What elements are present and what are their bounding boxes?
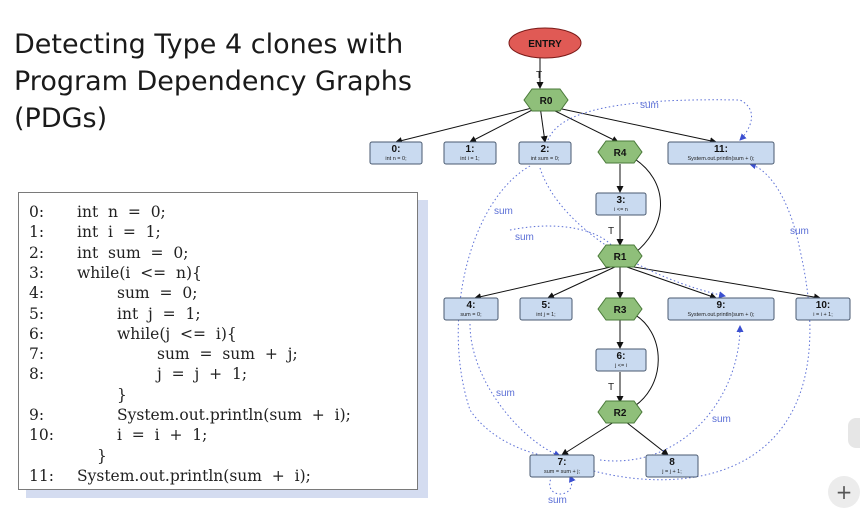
stmt-node-10: 10: i = i + 1; xyxy=(795,297,851,321)
stmt-node-11: 11: System.out.println(sum + i); xyxy=(667,141,775,165)
true-label: T xyxy=(608,226,614,237)
region-label: R0 xyxy=(540,96,553,107)
stmt-node-0: 0: int n = 0; xyxy=(369,141,423,165)
stmt-id: 9: xyxy=(717,300,726,311)
region-label: R1 xyxy=(614,252,627,263)
edge-r2-s8 xyxy=(625,421,669,456)
stmt-code: int j = 1; xyxy=(536,312,556,318)
true-label: T xyxy=(536,70,542,81)
stmt-node-5: 5: int j = 1; xyxy=(519,297,573,321)
stmt-code: int n = 0; xyxy=(385,156,407,162)
stmt-node-7: 7: sum = sum + j; xyxy=(529,454,595,478)
region-node-r1: R1 xyxy=(597,244,643,268)
edge-label-sum: sum xyxy=(496,388,515,399)
stmt-code: i <= n xyxy=(614,207,628,213)
data-edge-s4-s7 xyxy=(469,323,561,458)
stmt-node-6: 6: j <= i xyxy=(595,348,647,372)
true-label: T xyxy=(608,382,614,393)
entry-node: ENTRY xyxy=(508,27,582,59)
stmt-code: sum = 0; xyxy=(460,312,482,318)
region-node-r4: R4 xyxy=(597,140,643,164)
stmt-code: j = j + 1; xyxy=(661,469,682,475)
side-panel-tab[interactable] xyxy=(848,418,860,448)
region-node-r0: R0 xyxy=(523,88,569,112)
entry-label: ENTRY xyxy=(528,39,562,50)
region-label: R3 xyxy=(614,305,627,316)
edge-label-sum: sum xyxy=(515,232,534,243)
stmt-node-1: 1: int i = 1; xyxy=(443,141,497,165)
true-labels: T T T xyxy=(536,70,614,393)
stmt-id: 3: xyxy=(617,195,626,206)
stmt-id: 0: xyxy=(392,144,401,155)
region-label: R2 xyxy=(614,408,627,419)
stmt-id: 2: xyxy=(541,144,550,155)
data-edge-s7-self xyxy=(549,475,576,495)
edge-r0-s11 xyxy=(547,105,717,145)
stmt-id: 10: xyxy=(816,300,830,311)
stmt-id: 1: xyxy=(466,144,475,155)
edge-label-sum: sum xyxy=(712,414,731,425)
region-node-r3: R3 xyxy=(597,297,643,321)
stmt-id: 5: xyxy=(542,300,551,311)
edge-r0-s0 xyxy=(395,105,541,144)
edge-label-sum: sum xyxy=(548,495,567,506)
stmt-node-2: 2: int sum = 0; xyxy=(518,141,572,165)
data-edge-s7-s9 xyxy=(599,325,744,462)
stmt-id: 4: xyxy=(467,300,476,311)
stmt-node-3: 3: i <= n xyxy=(595,192,647,216)
add-button[interactable]: + xyxy=(828,476,860,508)
stmt-code: System.out.println(sum + i); xyxy=(687,156,755,162)
edge-label-sum: sum xyxy=(790,226,809,237)
stmt-code: sum = sum + j; xyxy=(544,469,581,475)
edge-r0-s1 xyxy=(469,105,541,143)
stmt-node-4: 4: sum = 0; xyxy=(443,297,499,321)
stmt-code: int sum = 0; xyxy=(531,156,560,162)
stmt-id: 6: xyxy=(617,351,626,362)
edge-r1-s5 xyxy=(547,265,618,299)
stmt-id: 7: xyxy=(558,457,567,468)
region-label: R4 xyxy=(614,148,627,159)
edge-label-sum: sum xyxy=(640,100,659,111)
region-node-r2: R2 xyxy=(597,400,643,424)
stmt-code: j <= i xyxy=(614,363,627,369)
edge-r1-s4 xyxy=(474,265,616,301)
edge-r1-s9 xyxy=(623,265,717,300)
edge-r2-s7 xyxy=(561,421,615,456)
stmt-code: i = i + 1; xyxy=(813,312,833,318)
edge-r1-s10 xyxy=(627,265,821,301)
stmt-node-8: 8 j = j + 1; xyxy=(645,454,699,478)
stmt-id: 8 xyxy=(669,457,675,468)
stmt-code: System.out.println(sum + i); xyxy=(687,312,755,318)
edge-label-sum: sum xyxy=(494,206,513,217)
pdg-diagram: sum sum sum sum sum sum sum T T T ENTRY … xyxy=(369,27,851,506)
stmt-node-9: 9: System.out.println(sum + i); xyxy=(667,297,775,321)
stmt-id: 11: xyxy=(714,144,728,155)
stmt-code: int i = 1; xyxy=(460,156,480,162)
